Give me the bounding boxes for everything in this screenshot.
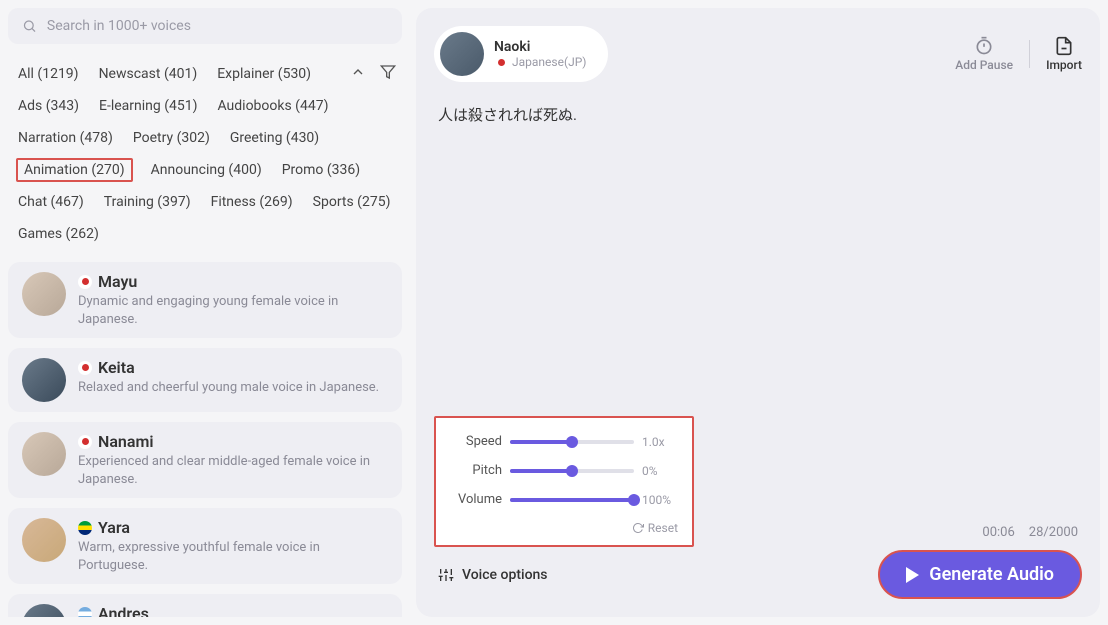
avatar: [22, 518, 66, 562]
voice-card[interactable]: Mayu Dynamic and engaging young female v…: [8, 262, 402, 338]
reset-button[interactable]: Reset: [450, 521, 678, 535]
category-list: All (1219) Newscast (401) Explainer (530) A…: [8, 62, 402, 262]
file-icon: [1054, 36, 1074, 56]
speed-slider[interactable]: [510, 440, 634, 444]
search-input[interactable]: [47, 18, 388, 34]
flag-jp-icon: [494, 55, 508, 69]
add-pause-button[interactable]: Add Pause: [955, 36, 1013, 72]
voice-description: Warm, expressive youthful female voice i…: [78, 539, 388, 574]
voice-options-panel: Speed 1.0x Pitch 0% Volume 100% Reset: [434, 416, 694, 547]
volume-value: 100%: [642, 493, 678, 507]
voice-name: Keita: [98, 358, 135, 377]
category-item[interactable]: Chat (467): [16, 190, 86, 214]
time-stat: 00:06: [982, 525, 1014, 540]
category-item[interactable]: Fitness (269): [209, 190, 295, 214]
voice-card[interactable]: Yara Warm, expressive youthful female vo…: [8, 508, 402, 584]
voice-name: Mayu: [98, 272, 137, 291]
voice-options-button[interactable]: Voice options: [434, 561, 552, 589]
category-item[interactable]: Games (262): [16, 222, 101, 246]
category-item[interactable]: Greeting (430): [228, 126, 321, 150]
voice-card[interactable]: Andres: [8, 594, 402, 617]
category-item[interactable]: Explainer (530): [215, 62, 313, 86]
selected-voice-chip[interactable]: Naoki Japanese(JP): [434, 26, 608, 82]
voice-list: Mayu Dynamic and engaging young female v…: [8, 262, 402, 617]
category-item[interactable]: Announcing (400): [149, 158, 264, 182]
category-item[interactable]: Training (397): [102, 190, 193, 214]
volume-slider[interactable]: [510, 498, 634, 502]
stopwatch-icon: [974, 36, 994, 56]
divider: [1029, 40, 1030, 68]
category-item[interactable]: Ads (343): [16, 94, 81, 118]
chevron-up-icon[interactable]: [350, 64, 366, 80]
category-item[interactable]: Poetry (302): [131, 126, 212, 150]
avatar: [22, 604, 66, 617]
pitch-value: 0%: [642, 464, 678, 478]
avatar: [22, 272, 66, 316]
category-item[interactable]: Sports (275): [311, 190, 393, 214]
avatar: [22, 358, 66, 402]
flag-icon: [78, 521, 92, 535]
avatar: [22, 432, 66, 476]
reset-icon: [632, 522, 644, 534]
speed-label: Speed: [450, 434, 502, 449]
category-item[interactable]: All (1219): [16, 62, 81, 86]
voice-description: Dynamic and engaging young female voice …: [78, 293, 388, 328]
avatar: [440, 32, 484, 76]
sliders-icon: [438, 567, 454, 583]
generate-audio-button[interactable]: Generate Audio: [878, 550, 1082, 599]
voice-name: Naoki: [494, 39, 586, 55]
category-item[interactable]: Narration (478): [16, 126, 115, 150]
voice-description: Experienced and clear middle-aged female…: [78, 453, 388, 488]
volume-label: Volume: [450, 492, 502, 507]
category-item[interactable]: Newscast (401): [97, 62, 200, 86]
speed-value: 1.0x: [642, 435, 678, 449]
flag-icon: [78, 275, 92, 289]
flag-icon: [78, 361, 92, 375]
import-button[interactable]: Import: [1046, 36, 1082, 72]
search-icon: [22, 18, 37, 34]
flag-icon: [78, 435, 92, 449]
play-icon: [906, 567, 919, 583]
voice-card[interactable]: Keita Relaxed and cheerful young male vo…: [8, 348, 402, 412]
filter-icon[interactable]: [380, 64, 396, 80]
flag-icon: [78, 607, 92, 617]
category-item[interactable]: Promo (336): [280, 158, 362, 182]
search-bar[interactable]: [8, 8, 402, 44]
voice-description: Relaxed and cheerful young male voice in…: [78, 379, 388, 397]
category-item[interactable]: Animation (270): [16, 158, 133, 182]
char-count: 28/2000: [1029, 525, 1078, 540]
voice-name: Andres: [98, 604, 149, 617]
pitch-label: Pitch: [450, 463, 502, 478]
category-item[interactable]: Audiobooks (447): [216, 94, 331, 118]
voice-language: Japanese(JP): [494, 55, 586, 69]
editor-panel: Naoki Japanese(JP) Add Pause Import 人は殺さ…: [416, 8, 1100, 617]
voice-card[interactable]: Nanami Experienced and clear middle-aged…: [8, 422, 402, 498]
category-item[interactable]: E-learning (451): [97, 94, 200, 118]
pitch-slider[interactable]: [510, 469, 634, 473]
voice-name: Nanami: [98, 432, 154, 451]
voice-name: Yara: [98, 518, 130, 537]
